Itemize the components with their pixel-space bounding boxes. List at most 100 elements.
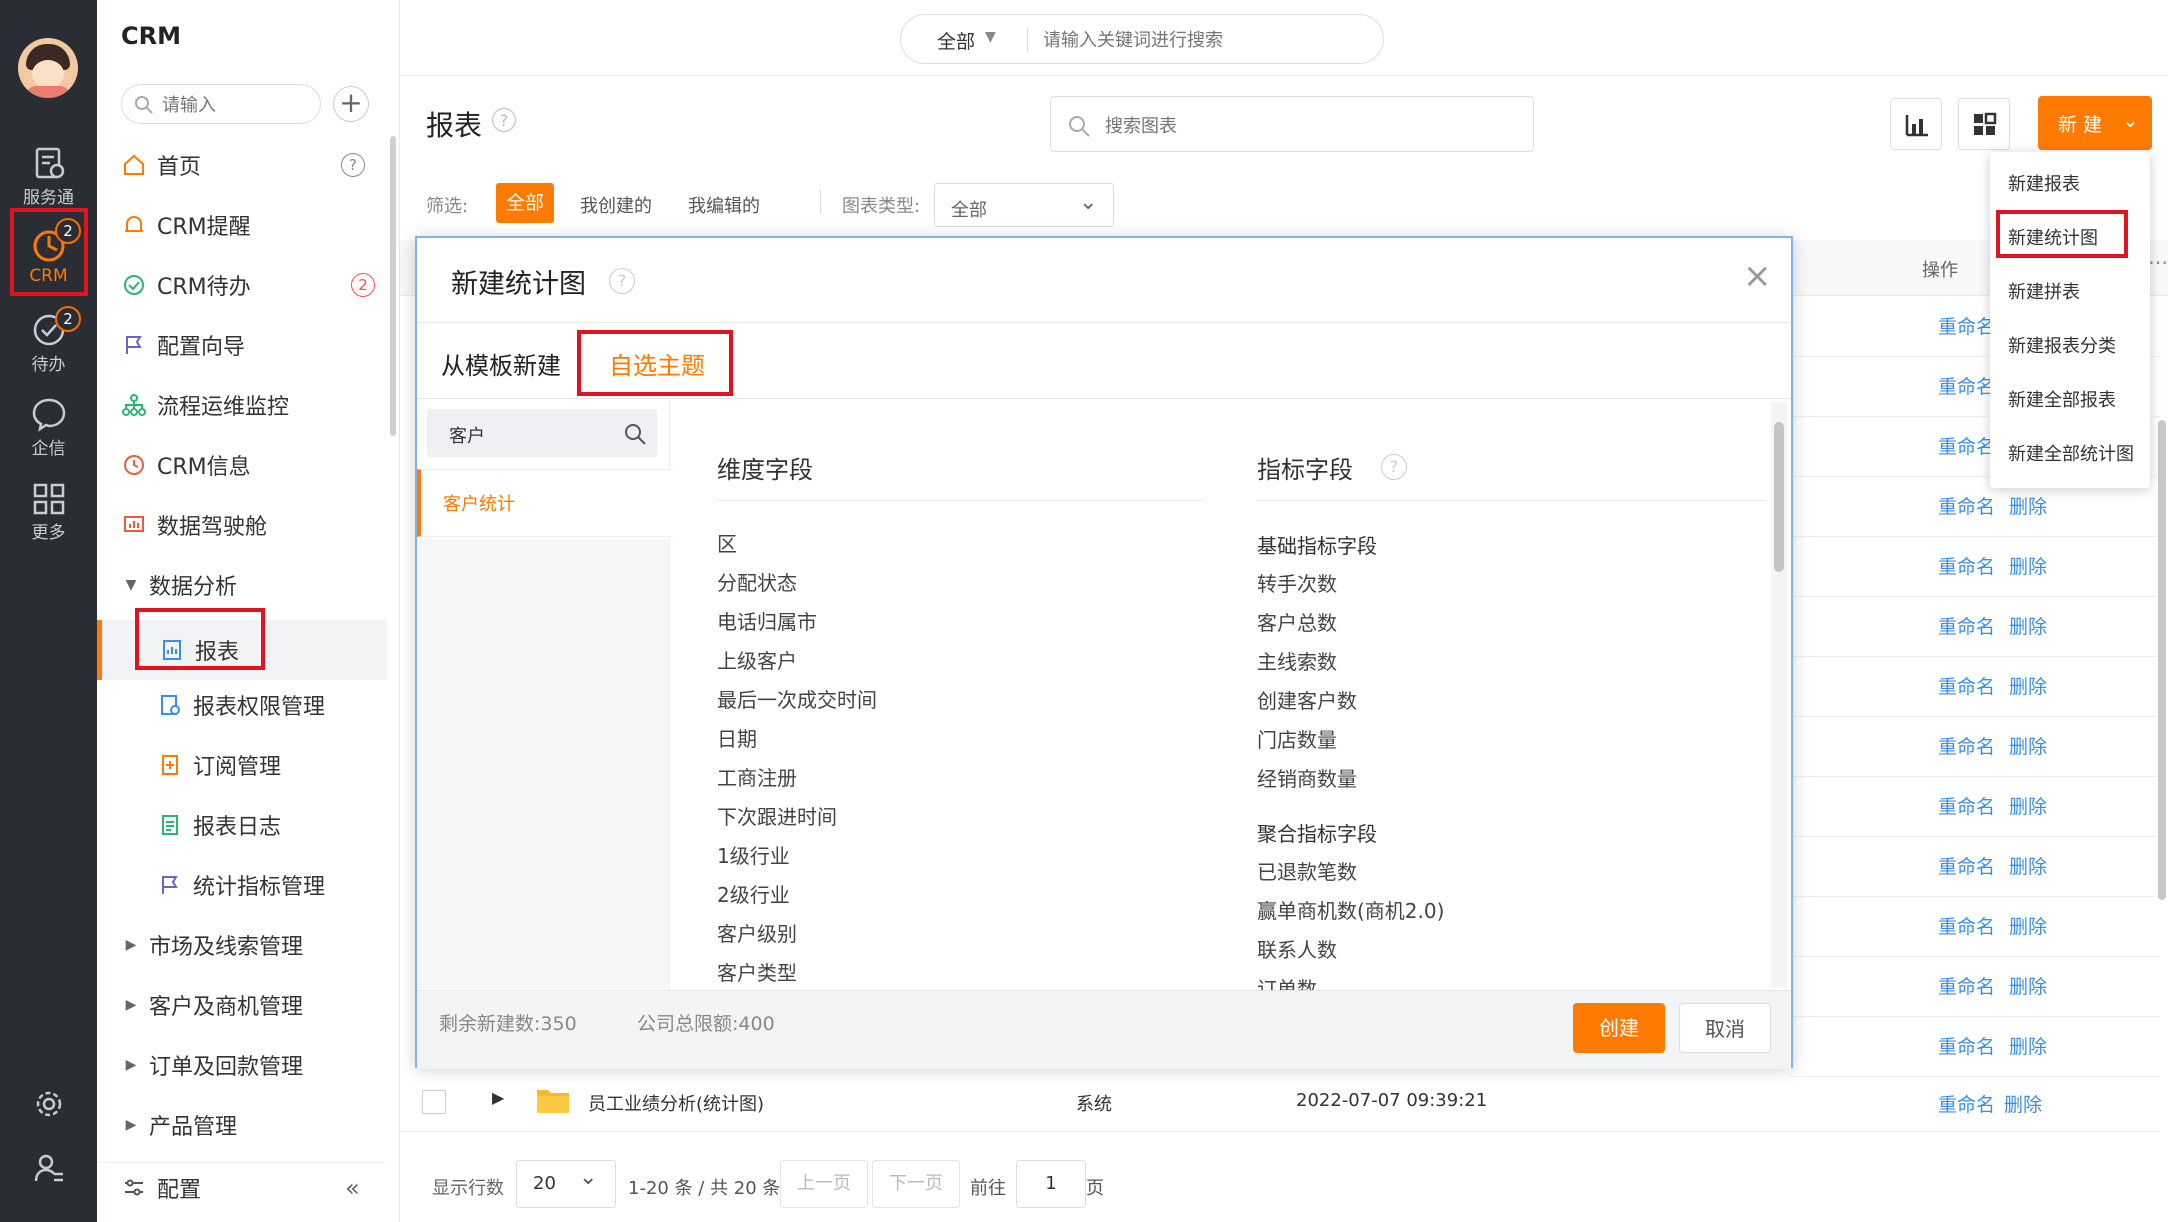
rail-item-chat[interactable]: 企信: [0, 396, 97, 459]
help-icon[interactable]: ?: [1381, 454, 1407, 480]
dimension-field[interactable]: 客户级别: [717, 918, 797, 947]
prev-page-button[interactable]: 上一页: [780, 1160, 868, 1208]
sidebar-item-reports[interactable]: 报表: [97, 620, 387, 680]
sidebar-scrollbar[interactable]: [390, 136, 396, 436]
dimension-field[interactable]: 下次跟进时间: [717, 801, 837, 830]
row-checkbox[interactable]: [422, 1090, 446, 1114]
sidebar-group-products[interactable]: ▶ 产品管理: [97, 1100, 387, 1150]
delete-link[interactable]: 删除: [2009, 616, 2047, 638]
dashboard-view-button[interactable]: [1958, 98, 2010, 150]
chart-search[interactable]: [1050, 96, 1534, 152]
rail-settings[interactable]: [0, 1088, 97, 1122]
sidebar-item-subscriptions[interactable]: 订阅管理: [97, 740, 387, 790]
rail-user-settings[interactable]: [0, 1152, 97, 1186]
sidebar-item-config-guide[interactable]: 配置向导: [97, 320, 387, 370]
rename-link[interactable]: 重命名: [1938, 796, 1995, 818]
global-search-input[interactable]: [1041, 25, 1365, 55]
sidebar-search[interactable]: [121, 84, 321, 124]
rename-link[interactable]: 重命名: [1938, 916, 1995, 938]
sidebar-item-crm-reminder[interactable]: CRM提醒: [97, 200, 387, 250]
rename-link[interactable]: 重命名: [1938, 1036, 1995, 1058]
filter-all[interactable]: 全部: [496, 183, 554, 223]
dimension-field[interactable]: 工商注册: [717, 762, 797, 791]
delete-link[interactable]: 删除: [2004, 1090, 2042, 1117]
theme-item-customer-stats[interactable]: 客户统计: [417, 469, 673, 537]
search-scope-select[interactable]: 全部: [937, 27, 975, 54]
rail-item-service[interactable]: 服务通: [0, 145, 97, 208]
chart-search-input[interactable]: [1103, 111, 1507, 141]
dialog-scrollbar-thumb[interactable]: [1774, 422, 1784, 572]
delete-link[interactable]: 删除: [2009, 976, 2047, 998]
object-search[interactable]: 客户: [427, 409, 657, 457]
dimension-field[interactable]: 上级客户: [717, 645, 797, 674]
new-button[interactable]: 新 建 ⌄: [2038, 96, 2152, 150]
menu-item-new-category[interactable]: 新建报表分类: [2008, 332, 2116, 358]
rename-link[interactable]: 重命名: [1938, 376, 1995, 398]
table-row[interactable]: ▶ 员工业绩分析(统计图) 系统 2022-07-07 09:39:21 重命名…: [400, 1072, 2160, 1132]
user-avatar[interactable]: [18, 38, 78, 98]
chart-view-button[interactable]: [1890, 98, 1942, 150]
sidebar-item-home[interactable]: 首页 ?: [97, 140, 387, 190]
rail-item-todo[interactable]: 待办 2: [0, 306, 97, 375]
rename-link[interactable]: 重命名: [1938, 736, 1995, 758]
metric-field[interactable]: 联系人数: [1257, 934, 1337, 963]
create-button[interactable]: 创建: [1573, 1003, 1665, 1053]
dimension-field[interactable]: 最后一次成交时间: [717, 684, 877, 713]
dimension-field[interactable]: 分配状态: [717, 567, 797, 596]
rename-link[interactable]: 重命名: [1938, 556, 1995, 578]
more-icon[interactable]: ⋯: [2148, 250, 2168, 274]
sidebar-search-input[interactable]: [160, 91, 314, 119]
rename-link[interactable]: 重命名: [1938, 856, 1995, 878]
help-icon[interactable]: ?: [492, 108, 516, 132]
collapse-icon[interactable]: «: [345, 1174, 360, 1202]
cancel-button[interactable]: 取消: [1679, 1003, 1771, 1053]
goto-page-input[interactable]: 1: [1016, 1160, 1086, 1208]
dimension-field[interactable]: 电话归属市: [717, 606, 817, 635]
dimension-field[interactable]: 区: [717, 528, 737, 557]
rail-item-crm[interactable]: CRM 2: [0, 218, 97, 286]
sidebar-item-process-monitor[interactable]: 流程运维监控: [97, 380, 387, 430]
rename-link[interactable]: 重命名: [1938, 316, 1995, 338]
metric-field[interactable]: 转手次数: [1257, 568, 1337, 597]
tab-from-template[interactable]: 从模板新建: [441, 346, 561, 381]
sidebar-group-data-analysis[interactable]: ▼ 数据分析: [97, 560, 387, 610]
dimension-field[interactable]: 日期: [717, 723, 757, 752]
menu-item-new-all-reports[interactable]: 新建全部报表: [2008, 386, 2116, 412]
sidebar-add-button[interactable]: +: [333, 86, 369, 122]
delete-link[interactable]: 删除: [2009, 916, 2047, 938]
rename-link[interactable]: 重命名: [1938, 496, 1995, 518]
menu-item-new-all-charts[interactable]: 新建全部统计图: [2008, 440, 2134, 466]
close-icon[interactable]: ×: [1743, 256, 1772, 296]
rename-link[interactable]: 重命名: [1938, 676, 1995, 698]
dimension-field[interactable]: 2级行业: [717, 879, 790, 908]
chart-type-select[interactable]: 全部 ⌄: [934, 183, 1114, 227]
filter-mine-created[interactable]: 我创建的: [580, 192, 652, 218]
sidebar-item-crm-todo[interactable]: CRM待办 2: [97, 260, 387, 310]
filter-mine-edited[interactable]: 我编辑的: [688, 192, 760, 218]
rename-link[interactable]: 重命名: [1938, 616, 1995, 638]
sidebar-item-crm-info[interactable]: CRM信息: [97, 440, 387, 490]
sidebar-footer-config[interactable]: 配置 «: [97, 1162, 387, 1213]
rename-link[interactable]: 重命名: [1938, 976, 1995, 998]
dialog-scrollbar-track[interactable]: [1771, 402, 1787, 988]
dimension-field[interactable]: 1级行业: [717, 840, 790, 869]
delete-link[interactable]: 删除: [2009, 676, 2047, 698]
metric-field[interactable]: 主线索数: [1257, 646, 1337, 675]
tab-custom-theme[interactable]: 自选主题: [609, 346, 705, 381]
sidebar-item-metric-management[interactable]: 统计指标管理: [97, 860, 387, 910]
metric-field[interactable]: 赢单商机数(商机2.0): [1257, 895, 1444, 924]
rename-link[interactable]: 重命名: [1938, 436, 1995, 458]
rows-select[interactable]: 20 ⌄: [516, 1160, 616, 1208]
sidebar-group-customers[interactable]: ▶ 客户及商机管理: [97, 980, 387, 1030]
rename-link[interactable]: 重命名: [1938, 1090, 1995, 1117]
help-icon[interactable]: ?: [609, 268, 635, 294]
menu-item-new-join[interactable]: 新建拼表: [2008, 278, 2080, 304]
metric-field[interactable]: 经销商数量: [1257, 763, 1357, 792]
menu-item-new-report[interactable]: 新建报表: [2008, 170, 2080, 196]
help-icon[interactable]: ?: [341, 153, 365, 177]
metric-field[interactable]: 客户总数: [1257, 607, 1337, 636]
global-search[interactable]: 全部 ▼: [900, 14, 1384, 64]
sidebar-group-marketing[interactable]: ▶ 市场及线索管理: [97, 920, 387, 970]
metric-field[interactable]: 创建客户数: [1257, 685, 1357, 714]
sidebar-group-orders[interactable]: ▶ 订单及回款管理: [97, 1040, 387, 1090]
